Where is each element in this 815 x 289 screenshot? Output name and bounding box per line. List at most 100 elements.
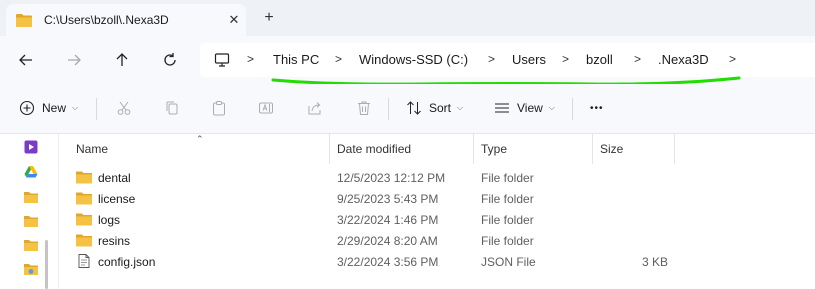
chevron-right-icon[interactable]: > bbox=[562, 52, 569, 66]
toolbar-divider bbox=[388, 98, 389, 120]
column-header-date[interactable]: Date modified bbox=[337, 134, 411, 164]
pane-divider[interactable] bbox=[58, 134, 59, 289]
address-bar[interactable]: > This PC > Windows-SSD (C:) > Users > b… bbox=[200, 43, 815, 86]
chevron-right-icon[interactable]: > bbox=[488, 52, 495, 66]
view-button[interactable]: View ⌵ bbox=[494, 96, 555, 120]
file-size bbox=[600, 230, 668, 251]
file-name: logs bbox=[98, 212, 121, 227]
command-bar: New ⌵ Sort ⌵ View ⌵ ••• bbox=[0, 84, 815, 134]
file-type: File folder bbox=[481, 212, 534, 227]
more-icon: ••• bbox=[590, 102, 604, 114]
paste-icon bbox=[213, 101, 225, 116]
file-date: 12/5/2023 12:12 PM bbox=[337, 170, 446, 185]
rename-icon bbox=[259, 102, 273, 114]
tab-strip: C:\Users\bzoll\.Nexa3D ✕ + bbox=[0, 0, 815, 36]
cloud-folder-icon[interactable] bbox=[24, 262, 38, 276]
paste-button[interactable] bbox=[211, 96, 227, 120]
arrow-up-icon bbox=[116, 53, 128, 66]
column-header-type[interactable]: Type bbox=[481, 134, 507, 164]
file-type: File folder bbox=[481, 191, 534, 206]
close-tab-icon[interactable]: ✕ bbox=[225, 11, 243, 29]
table-row[interactable]: config.json 3/22/2024 3:56 PM JSON File … bbox=[62, 251, 815, 272]
folder-icon[interactable] bbox=[24, 214, 38, 228]
sort-label: Sort bbox=[429, 101, 452, 115]
chevron-down-icon: ⌵ bbox=[457, 103, 464, 112]
video-app-icon[interactable] bbox=[24, 140, 38, 154]
back-button[interactable] bbox=[14, 48, 38, 72]
file-icon bbox=[78, 254, 90, 268]
rename-button[interactable] bbox=[258, 96, 274, 120]
toolbar-divider bbox=[96, 98, 97, 120]
view-label: View bbox=[517, 101, 543, 115]
sort-icon bbox=[407, 101, 421, 115]
breadcrumb-nexa3d[interactable]: .Nexa3D bbox=[658, 52, 709, 67]
tab-title: C:\Users\bzoll\.Nexa3D bbox=[44, 13, 169, 27]
folder-icon[interactable] bbox=[24, 190, 38, 204]
file-name: resins bbox=[98, 233, 131, 248]
column-divider[interactable] bbox=[674, 134, 675, 164]
chevron-down-icon: ⌵ bbox=[72, 103, 79, 112]
file-size bbox=[600, 167, 668, 188]
column-divider[interactable] bbox=[329, 134, 330, 164]
cut-button[interactable] bbox=[116, 96, 132, 120]
file-type: File folder bbox=[481, 233, 534, 248]
file-size: 3 KB bbox=[641, 254, 668, 269]
copy-button[interactable] bbox=[164, 96, 180, 120]
file-name: license bbox=[98, 191, 136, 206]
file-date: 2/29/2024 8:20 AM bbox=[337, 233, 438, 248]
file-date: 9/25/2023 5:43 PM bbox=[337, 191, 439, 206]
column-header-size[interactable]: Size bbox=[600, 134, 623, 164]
folder-icon bbox=[76, 213, 92, 226]
up-button[interactable] bbox=[110, 48, 134, 72]
table-row[interactable]: dental 12/5/2023 12:12 PM File folder bbox=[62, 167, 815, 188]
delete-button[interactable] bbox=[356, 96, 372, 120]
sort-ascending-icon: ⌃ bbox=[196, 134, 204, 144]
tab-current[interactable]: C:\Users\bzoll\.Nexa3D ✕ bbox=[6, 4, 246, 36]
computer-icon bbox=[214, 53, 230, 67]
scrollbar[interactable] bbox=[45, 240, 48, 289]
table-row[interactable]: license 9/25/2023 5:43 PM File folder bbox=[62, 188, 815, 209]
chevron-right-icon[interactable]: > bbox=[634, 52, 641, 66]
new-button[interactable]: New ⌵ bbox=[19, 96, 78, 120]
sort-button[interactable]: Sort ⌵ bbox=[406, 96, 463, 120]
forward-button[interactable] bbox=[62, 48, 86, 72]
table-row[interactable]: resins 2/29/2024 8:20 AM File folder bbox=[62, 230, 815, 251]
chevron-right-icon[interactable]: > bbox=[729, 52, 736, 66]
delete-icon bbox=[358, 101, 370, 115]
share-icon bbox=[308, 102, 321, 115]
file-name: config.json bbox=[98, 254, 156, 269]
file-size bbox=[600, 209, 668, 230]
column-divider[interactable] bbox=[592, 134, 593, 164]
google-drive-icon[interactable] bbox=[24, 165, 38, 179]
chevron-right-icon[interactable]: > bbox=[247, 52, 254, 66]
plus-circle-icon bbox=[19, 100, 35, 116]
breadcrumb-bzoll[interactable]: bzoll bbox=[586, 52, 613, 67]
file-date: 3/22/2024 1:46 PM bbox=[337, 212, 439, 227]
column-divider[interactable] bbox=[473, 134, 474, 164]
folder-icon bbox=[76, 171, 92, 184]
file-date: 3/22/2024 3:56 PM bbox=[337, 254, 439, 269]
view-icon bbox=[495, 103, 509, 113]
folder-icon[interactable] bbox=[24, 238, 38, 252]
share-button[interactable] bbox=[307, 96, 323, 120]
file-name: dental bbox=[98, 170, 131, 185]
breadcrumb-windows-ssd[interactable]: Windows-SSD (C:) bbox=[359, 52, 468, 67]
folder-icon bbox=[76, 234, 92, 247]
folder-icon bbox=[76, 192, 92, 205]
file-list: ⌃ Name Date modified Type Size dental 12… bbox=[62, 134, 815, 289]
toolbar-divider bbox=[572, 98, 573, 120]
new-tab-button[interactable]: + bbox=[260, 9, 278, 27]
folder-icon bbox=[16, 14, 32, 27]
chevron-right-icon[interactable]: > bbox=[335, 52, 342, 66]
breadcrumb-users[interactable]: Users bbox=[512, 52, 546, 67]
copy-icon bbox=[166, 101, 178, 115]
file-size bbox=[600, 188, 668, 209]
breadcrumb-this-pc[interactable]: This PC bbox=[273, 52, 319, 67]
file-type: File folder bbox=[481, 170, 534, 185]
more-options-button[interactable]: ••• bbox=[590, 96, 604, 120]
arrow-right-icon bbox=[68, 54, 81, 66]
column-header-name[interactable]: Name bbox=[76, 134, 108, 164]
refresh-button[interactable] bbox=[158, 48, 182, 72]
table-row[interactable]: logs 3/22/2024 1:46 PM File folder bbox=[62, 209, 815, 230]
refresh-icon bbox=[164, 53, 176, 66]
